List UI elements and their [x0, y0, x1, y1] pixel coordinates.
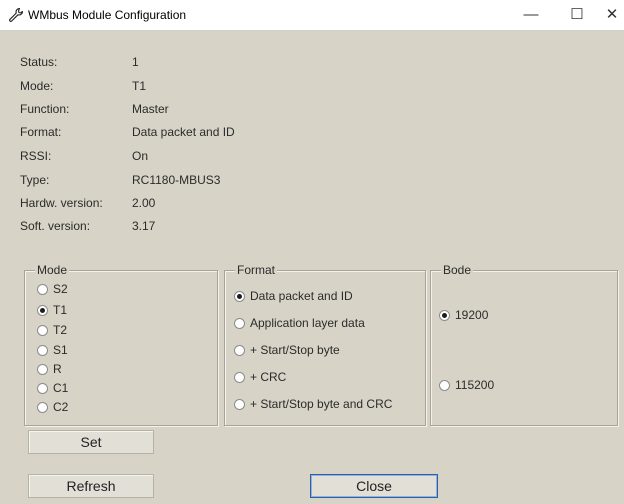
- info-value: RC1180-MBUS3: [132, 173, 221, 187]
- close-button[interactable]: Close: [310, 474, 438, 498]
- info-label: Function:: [20, 102, 70, 116]
- info-value: On: [132, 149, 149, 163]
- set-button[interactable]: Set: [28, 430, 154, 454]
- info-value: 2.00: [132, 196, 156, 210]
- radio-label: + Start/Stop byte and CRC: [250, 397, 393, 411]
- close-window-button[interactable]: ✕: [600, 0, 624, 30]
- radio-label: + CRC: [250, 370, 287, 384]
- radio-label: R: [53, 362, 62, 376]
- radio-indicator: [234, 372, 245, 383]
- radio-indicator: [37, 364, 48, 375]
- radio-label: C2: [53, 400, 69, 414]
- info-value: 1: [132, 55, 139, 69]
- info-label: Format:: [20, 125, 62, 139]
- refresh-button[interactable]: Refresh: [28, 474, 154, 498]
- radio-indicator: [234, 399, 245, 410]
- radio-indicator: [37, 383, 48, 394]
- radio-indicator: [37, 305, 48, 316]
- format-group: Format Data packet and ID Application la…: [224, 263, 426, 426]
- radio-label: Application layer data: [250, 316, 365, 330]
- format-group-legend: Format: [235, 263, 278, 277]
- radio-indicator: [439, 310, 450, 321]
- radio-label: C1: [53, 381, 69, 395]
- title-bar: WMbus Module Configuration — ☐ ✕: [0, 0, 624, 31]
- minimize-button[interactable]: —: [508, 0, 554, 30]
- info-label: RSSI:: [20, 149, 52, 163]
- radio-label: S2: [53, 282, 68, 296]
- radio-indicator: [234, 345, 245, 356]
- radio-indicator: [439, 380, 450, 391]
- radio-indicator: [37, 284, 48, 295]
- radio-label: T2: [53, 323, 68, 337]
- radio-label: S1: [53, 343, 68, 357]
- radio-indicator: [37, 402, 48, 413]
- mode-group: Mode S2 T1 T2 S1 R C1 C2: [24, 263, 218, 426]
- info-label: Mode:: [20, 79, 54, 93]
- mode-group-legend: Mode: [35, 263, 70, 277]
- radio-indicator: [234, 291, 245, 302]
- info-value: Master: [132, 102, 169, 116]
- radio-indicator: [234, 318, 245, 329]
- window-title: WMbus Module Configuration: [28, 8, 187, 22]
- wrench-icon: [9, 7, 24, 22]
- bode-group-legend: Bode: [441, 263, 474, 277]
- radio-label: Data packet and ID: [250, 289, 353, 303]
- radio-indicator: [37, 345, 48, 356]
- info-label: Type:: [20, 173, 50, 187]
- info-value: Data packet and ID: [132, 125, 235, 139]
- info-label: Hardw. version:: [20, 196, 103, 210]
- radio-indicator: [37, 325, 48, 336]
- radio-label: T1: [53, 303, 68, 317]
- bode-group: Bode 19200 115200: [430, 263, 618, 426]
- maximize-button[interactable]: ☐: [554, 0, 600, 30]
- info-value: 3.17: [132, 219, 156, 233]
- info-value: T1: [132, 79, 147, 93]
- info-label: Soft. version:: [20, 219, 91, 233]
- radio-label: 19200: [455, 308, 489, 322]
- radio-label: 115200: [455, 378, 495, 392]
- radio-label: + Start/Stop byte: [250, 343, 340, 357]
- info-label: Status:: [20, 55, 58, 69]
